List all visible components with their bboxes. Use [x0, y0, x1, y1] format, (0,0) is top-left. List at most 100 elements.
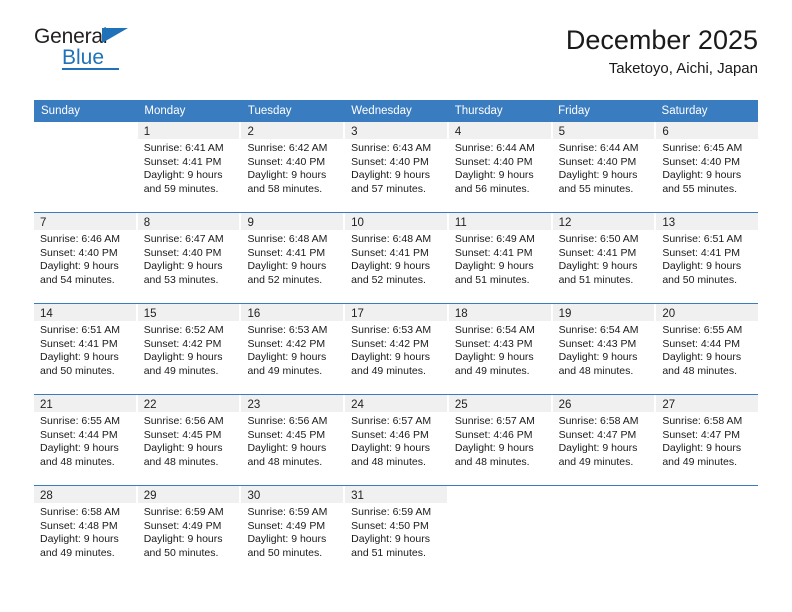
day-detail-line: Sunset: 4:41 PM [40, 337, 118, 350]
day-detail-line: and 57 minutes. [351, 182, 426, 195]
calendar-day-cell[interactable]: 3 Sunrise: 6:43 AM Sunset: 4:40 PM Daylight… [345, 122, 447, 212]
day-details: Sunrise: 6:58 AM Sunset: 4:47 PM Daylight:… [553, 412, 655, 469]
calendar-day-cell[interactable]: 15 Sunrise: 6:52 AM Sunset: 4:42 PM Dayligh… [137, 304, 240, 394]
calendar-day-cell[interactable]: 19 Sunrise: 6:54 AM Sunset: 4:43 PM Dayligh… [552, 304, 655, 394]
day-detail-line: Daylight: 9 hours [351, 260, 430, 272]
calendar-day-cell[interactable]: 26 Sunrise: 6:58 AM Sunset: 4:47 PM Dayligh… [552, 395, 655, 485]
day-number: 17 [351, 308, 364, 320]
weekday-header-tuesday: Tuesday [247, 105, 292, 117]
day-number: 27 [662, 399, 676, 411]
day-detail-line: Daylight: 9 hours [40, 260, 119, 272]
day-detail-line: Daylight: 9 hours [662, 169, 742, 181]
day-detail-line: and 48 minutes. [143, 455, 219, 468]
day-detail-line: Sunrise: 6:51 AM [662, 233, 743, 245]
day-detail-line: and 51 minutes. [558, 273, 634, 286]
day-detail-line: Sunrise: 6:55 AM [662, 324, 743, 336]
calendar-day-cell[interactable]: 25 Sunrise: 6:57 AM Sunset: 4:46 PM Dayligh… [448, 395, 551, 485]
calendar-day-cell[interactable]: 10 Sunrise: 6:48 AM Sunset: 4:41 PM Dayligh… [345, 213, 447, 303]
calendar-day-cell[interactable]: 17 Sunrise: 6:53 AM Sunset: 4:42 PM Dayligh… [345, 304, 447, 394]
calendar-day-cell[interactable]: 12 Sunrise: 6:50 AM Sunset: 4:41 PM Dayligh… [552, 213, 655, 303]
day-details: Sunrise: 6:47 AM Sunset: 4:40 PM Daylight:… [138, 230, 240, 287]
day-detail-line: Sunset: 4:48 PM [40, 519, 118, 532]
day-number: 15 [143, 308, 157, 320]
calendar-day-cell[interactable]: 7 Sunrise: 6:46 AM Sunset: 4:40 PM Daylight… [34, 213, 136, 303]
day-detail-line: Daylight: 9 hours [143, 169, 223, 181]
day-details: Sunrise: 6:44 AM Sunset: 4:40 PM Daylight:… [553, 139, 655, 196]
calendar-day-cell[interactable]: 2 Sunrise: 6:42 AM Sunset: 4:40 PM Daylight… [241, 122, 344, 212]
calendar-day-cell[interactable]: 8 Sunrise: 6:47 AM Sunset: 4:40 PM Daylight… [137, 213, 240, 303]
day-detail-line: Sunrise: 6:42 AM [247, 142, 328, 154]
day-number-strip: 2 [241, 122, 344, 139]
day-number: 7 [40, 217, 47, 229]
calendar-day-cell[interactable]: 14 Sunrise: 6:51 AM Sunset: 4:41 PM Dayligh… [34, 304, 136, 394]
day-number: 1 [143, 126, 151, 138]
day-detail-line: Sunset: 4:41 PM [662, 246, 740, 259]
day-number: 31 [351, 490, 364, 502]
day-detail-line: Daylight: 9 hours [558, 260, 638, 272]
calendar-day-cell[interactable]: 24 Sunrise: 6:57 AM Sunset: 4:46 PM Dayligh… [345, 395, 447, 485]
day-number: 12 [558, 217, 572, 229]
day-detail-line: Sunset: 4:41 PM [247, 246, 326, 259]
day-number: 25 [454, 399, 468, 411]
calendar-day-cell[interactable]: 18 Sunrise: 6:54 AM Sunset: 4:43 PM Dayligh… [448, 304, 551, 394]
day-details: Sunrise: 6:45 AM Sunset: 4:40 PM Daylight:… [656, 139, 758, 196]
day-detail-line: and 50 minutes. [40, 364, 115, 377]
calendar-page: General Blue December 2025 Taketoyo, Aic… [0, 0, 792, 612]
calendar-day-cell[interactable]: 6 Sunrise: 6:45 AM Sunset: 4:40 PM Daylight… [656, 122, 759, 212]
calendar-day-cell[interactable]: 23 Sunrise: 6:56 AM Sunset: 4:45 PM Dayligh… [241, 395, 344, 485]
day-number: 20 [662, 308, 676, 320]
day-detail-line: and 48 minutes. [662, 364, 738, 377]
day-details: Sunrise: 6:42 AM Sunset: 4:40 PM Daylight:… [241, 139, 343, 196]
day-detail-line: Sunset: 4:42 PM [351, 337, 429, 350]
calendar-day-cell[interactable]: 21 Sunrise: 6:55 AM Sunset: 4:44 PM Dayligh… [34, 395, 136, 485]
general-blue-logo[interactable]: General Blue [34, 26, 164, 72]
day-detail-line: Sunset: 4:45 PM [247, 428, 326, 441]
calendar-day-cell[interactable]: 9 Sunrise: 6:48 AM Sunset: 4:41 PM Daylight… [241, 213, 344, 303]
calendar-day-cell[interactable]: 16 Sunrise: 6:53 AM Sunset: 4:42 PM Dayligh… [241, 304, 344, 394]
calendar-empty-cell [449, 486, 551, 576]
calendar-day-cell[interactable]: 20 Sunrise: 6:55 AM Sunset: 4:44 PM Dayligh… [656, 304, 759, 394]
day-detail-line: Sunset: 4:41 PM [454, 246, 533, 259]
calendar-week-row: 21 Sunrise: 6:55 AM Sunset: 4:44 PM Dayligh… [34, 394, 759, 485]
day-number-strip: 18 [448, 304, 551, 321]
calendar-day-cell[interactable]: 29 Sunrise: 6:59 AM Sunset: 4:49 PM Dayligh… [137, 486, 240, 576]
day-detail-line: and 52 minutes. [351, 273, 426, 286]
day-detail-line: Sunset: 4:50 PM [351, 519, 429, 532]
day-number: 9 [247, 217, 254, 229]
day-number-strip: 7 [34, 213, 136, 230]
day-detail-line: Sunrise: 6:52 AM [143, 324, 224, 336]
calendar-day-cell[interactable]: 13 Sunrise: 6:51 AM Sunset: 4:41 PM Dayligh… [656, 213, 759, 303]
day-detail-line: and 49 minutes. [662, 455, 738, 468]
calendar-day-cell[interactable]: 31 Sunrise: 6:59 AM Sunset: 4:50 PM Dayligh… [345, 486, 447, 576]
day-detail-line: Sunset: 4:40 PM [662, 155, 740, 168]
day-details: Sunrise: 6:46 AM Sunset: 4:40 PM Daylight:… [34, 230, 136, 287]
calendar-day-cell[interactable]: 22 Sunrise: 6:56 AM Sunset: 4:45 PM Dayligh… [137, 395, 240, 485]
day-detail-line: Sunset: 4:47 PM [662, 428, 740, 441]
day-detail-line: and 59 minutes. [143, 182, 219, 195]
day-details: Sunrise: 6:54 AM Sunset: 4:43 PM Daylight:… [553, 321, 655, 378]
day-details: Sunrise: 6:59 AM Sunset: 4:50 PM Daylight:… [345, 503, 447, 560]
calendar-weeks: 1 Sunrise: 6:41 AM Sunset: 4:41 PM Daylight… [34, 122, 759, 576]
day-detail-line: Daylight: 9 hours [40, 442, 119, 454]
day-detail-line: Sunset: 4:40 PM [247, 155, 326, 168]
day-number: 24 [351, 399, 364, 411]
calendar-day-cell[interactable]: 5 Sunrise: 6:44 AM Sunset: 4:40 PM Daylight… [552, 122, 655, 212]
calendar-empty-cell [34, 122, 136, 212]
calendar-day-cell[interactable]: 28 Sunrise: 6:58 AM Sunset: 4:48 PM Dayligh… [34, 486, 136, 576]
calendar-day-cell[interactable]: 1 Sunrise: 6:41 AM Sunset: 4:41 PM Daylight… [137, 122, 240, 212]
calendar-day-cell[interactable]: 27 Sunrise: 6:58 AM Sunset: 4:47 PM Dayligh… [656, 395, 759, 485]
day-number: 21 [40, 399, 53, 411]
day-number: 19 [558, 308, 572, 320]
day-detail-line: Sunset: 4:46 PM [351, 428, 429, 441]
logo-text-blue: Blue [62, 47, 119, 70]
day-detail-line: and 49 minutes. [143, 364, 219, 377]
day-number-strip [656, 486, 758, 503]
calendar-day-cell[interactable]: 30 Sunrise: 6:59 AM Sunset: 4:49 PM Dayligh… [241, 486, 344, 576]
calendar-day-cell[interactable]: 11 Sunrise: 6:49 AM Sunset: 4:41 PM Dayligh… [448, 213, 551, 303]
day-detail-line: Sunset: 4:41 PM [143, 155, 222, 168]
day-detail-line: and 49 minutes. [351, 364, 426, 377]
calendar-day-cell[interactable]: 4 Sunrise: 6:44 AM Sunset: 4:40 PM Daylight… [448, 122, 551, 212]
day-details: Sunrise: 6:44 AM Sunset: 4:40 PM Daylight:… [449, 139, 551, 196]
day-detail-line: Sunrise: 6:46 AM [40, 233, 120, 245]
day-details: Sunrise: 6:55 AM Sunset: 4:44 PM Daylight:… [34, 412, 136, 469]
